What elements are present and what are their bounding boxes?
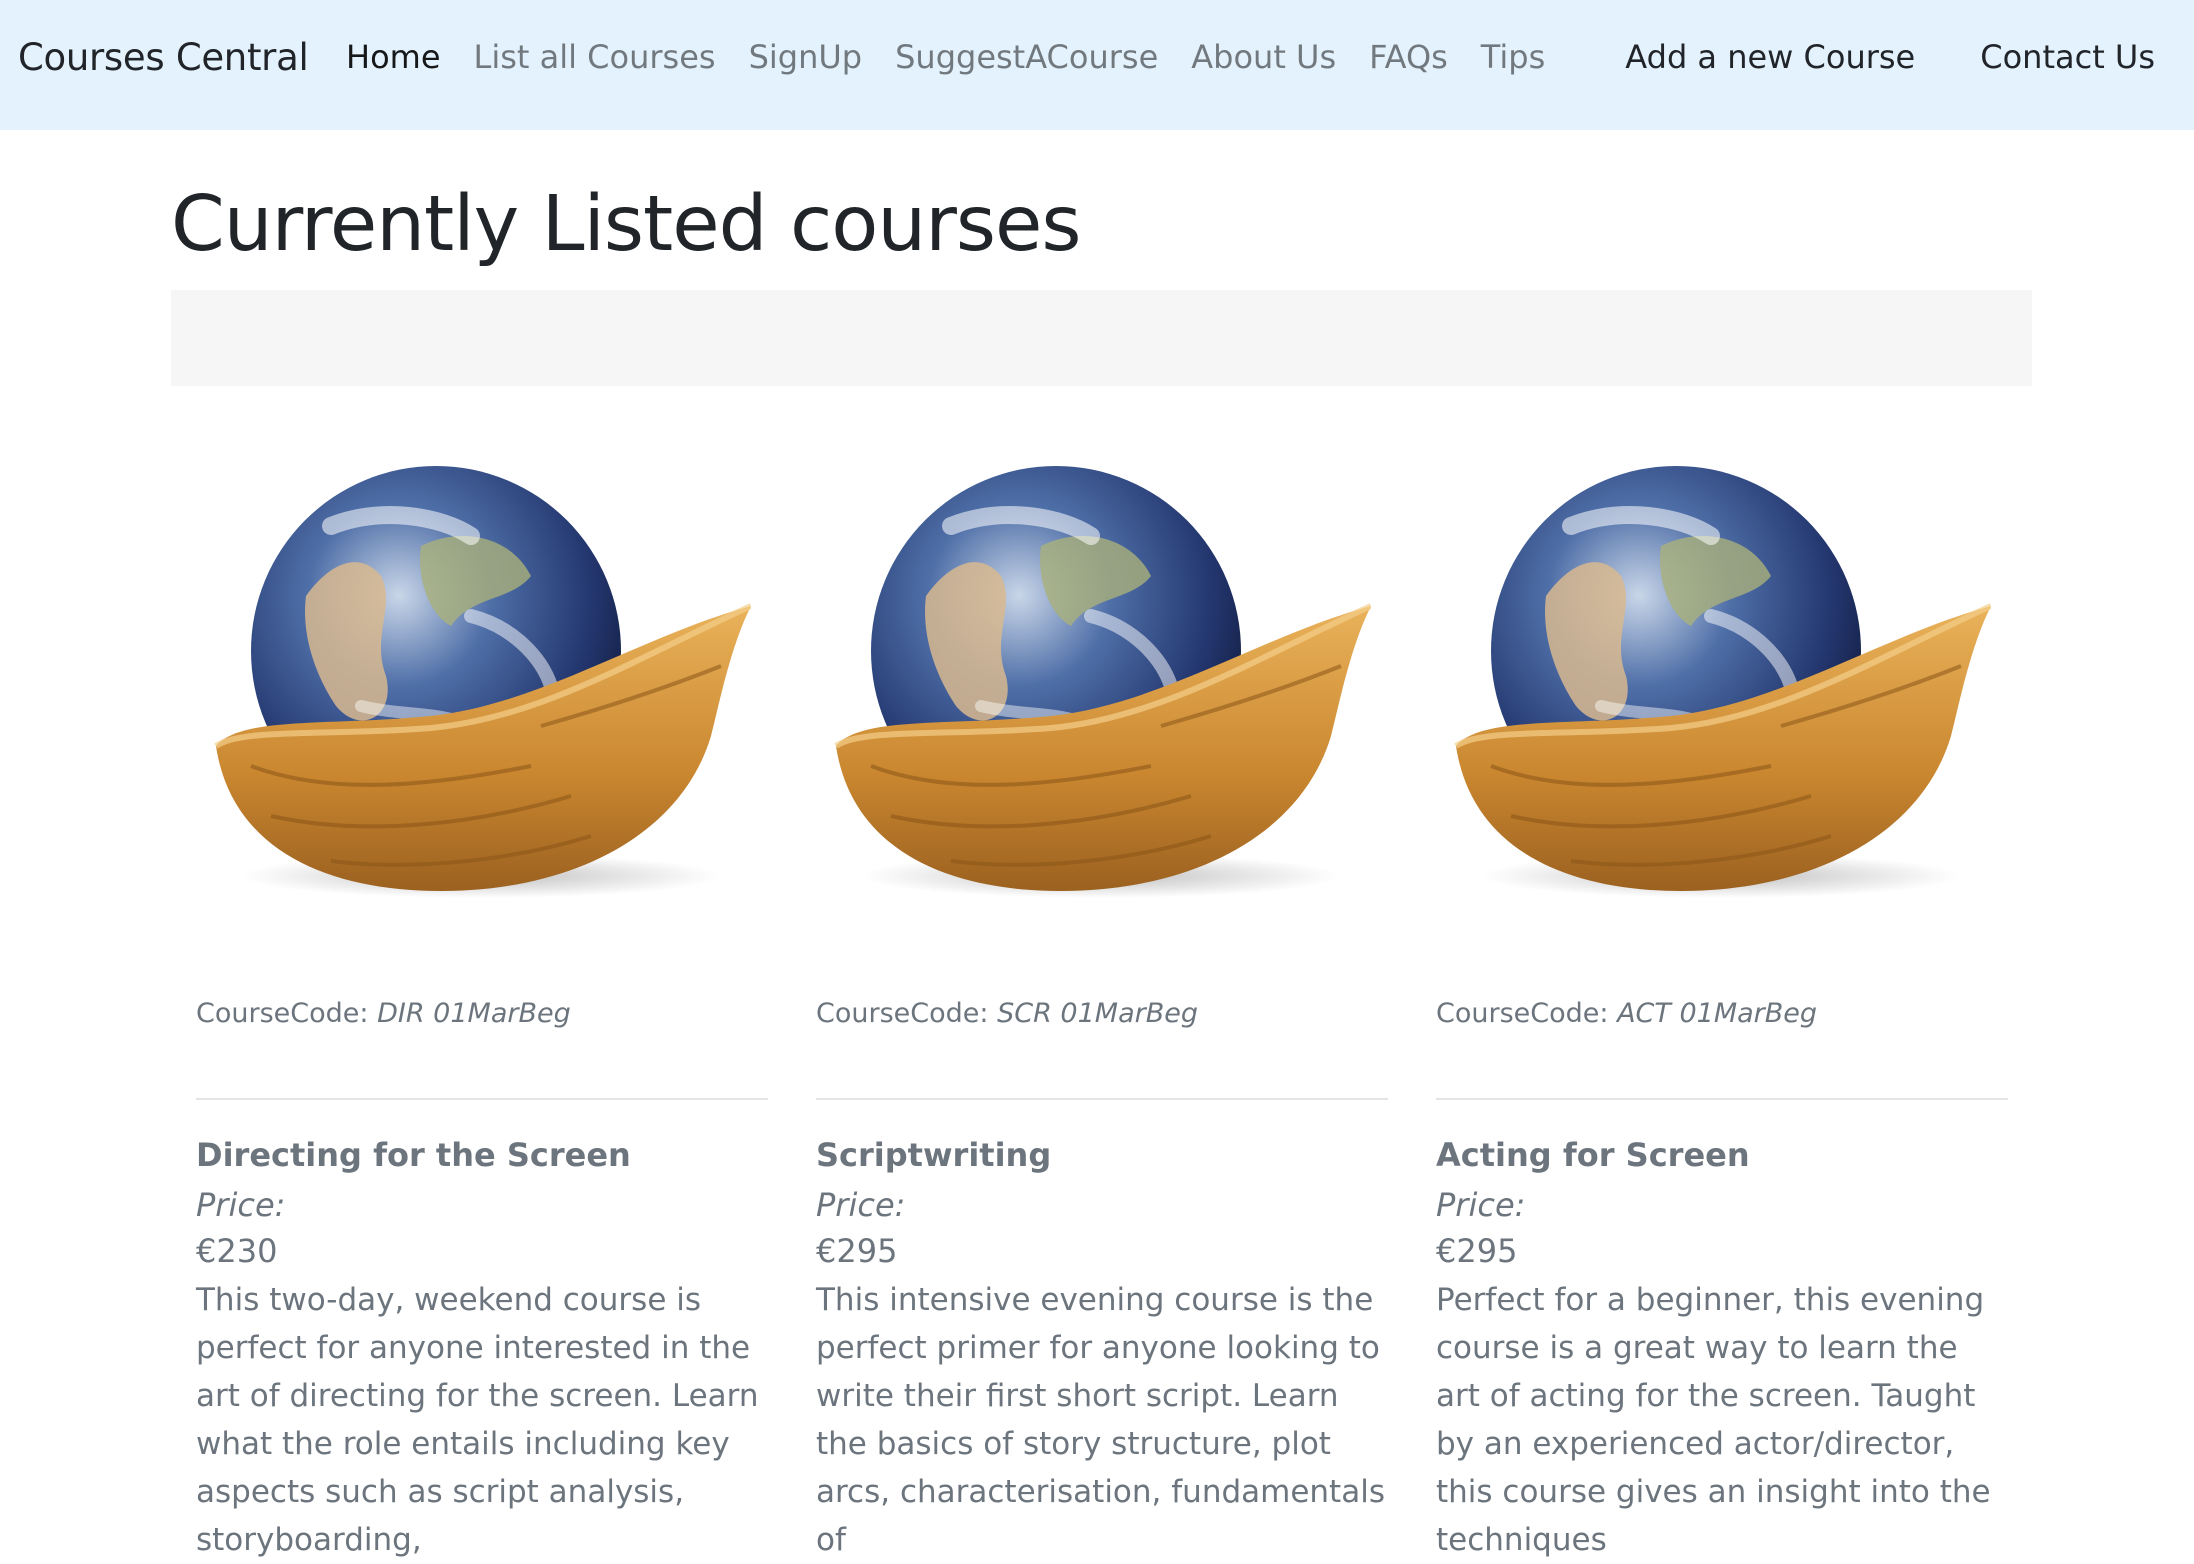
course-code-label: CourseCode: [816, 998, 989, 1029]
course-code: CourseCode: ACT 01MarBeg [1436, 998, 1817, 1029]
course-code-value: DIR 01MarBeg [377, 998, 571, 1029]
price-label: Price: [1436, 1186, 1526, 1224]
divider [196, 1098, 768, 1100]
divider [1436, 1098, 2008, 1100]
nav-list-all-courses[interactable]: List all Courses [474, 38, 716, 76]
price-label: Price: [196, 1186, 286, 1224]
page-title: Currently Listed courses [171, 180, 1081, 269]
course-code-label: CourseCode: [1436, 998, 1609, 1029]
brand-link[interactable]: Courses Central [18, 36, 309, 79]
nav-tips[interactable]: Tips [1481, 38, 1545, 76]
course-code: CourseCode: DIR 01MarBeg [196, 998, 571, 1029]
course-image [831, 466, 1371, 906]
nav-contact-us[interactable]: Contact Us [1980, 38, 2155, 76]
course-image [1451, 466, 1991, 906]
nav-about-us[interactable]: About Us [1191, 38, 1336, 76]
course-title: Acting for Screen [1436, 1136, 1750, 1174]
course-card: CourseCode: DIR 01MarBeg Directing for t… [171, 386, 791, 1558]
course-price: €230 [196, 1232, 278, 1270]
nav-right-links: Add a new Course Contact Us [1625, 38, 2155, 76]
jumbotron-band [171, 290, 2032, 386]
course-title: Directing for the Screen [196, 1136, 631, 1174]
nav-signup[interactable]: SignUp [749, 38, 863, 76]
price-label: Price: [816, 1186, 906, 1224]
course-code-value: ACT 01MarBeg [1617, 998, 1818, 1029]
nav-faqs[interactable]: FAQs [1369, 38, 1448, 76]
nav-add-new-course[interactable]: Add a new Course [1625, 38, 1915, 76]
nav-suggest-a-course[interactable]: SuggestACourse [895, 38, 1158, 76]
nav-links: Home List all Courses SignUp SuggestACou… [346, 38, 1545, 76]
course-title: Scriptwriting [816, 1136, 1052, 1174]
course-code-label: CourseCode: [196, 998, 369, 1029]
course-description: This intensive evening course is the per… [816, 1282, 1385, 1558]
divider [816, 1098, 1388, 1100]
nav-home[interactable]: Home [346, 38, 441, 76]
course-price: €295 [1436, 1232, 1518, 1270]
course-code: CourseCode: SCR 01MarBeg [816, 998, 1198, 1029]
course-code-value: SCR 01MarBeg [997, 998, 1198, 1029]
course-description: This two-day, weekend course is perfect … [196, 1282, 759, 1558]
course-card: CourseCode: ACT 01MarBeg Acting for Scre… [1411, 386, 2031, 1558]
course-price: €295 [816, 1232, 898, 1270]
course-image [211, 466, 751, 906]
navbar: Courses Central Home List all Courses Si… [0, 0, 2194, 130]
course-description: Perfect for a beginner, this evening cou… [1436, 1282, 1991, 1558]
course-card: CourseCode: SCR 01MarBeg Scriptwriting P… [791, 386, 1411, 1558]
